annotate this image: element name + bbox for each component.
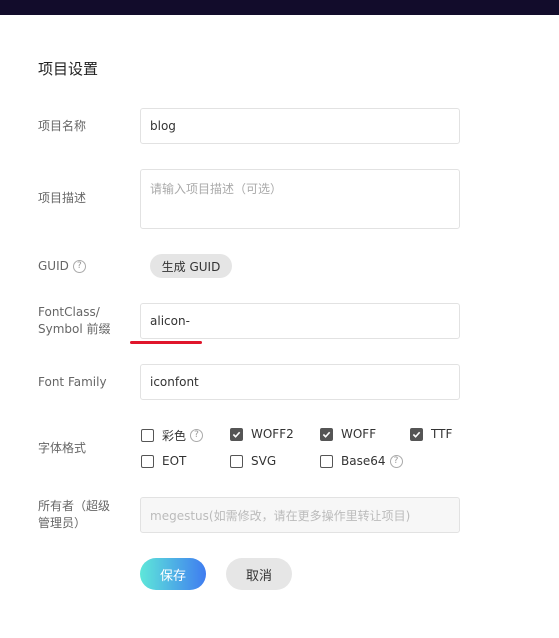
font-family-value: iconfont	[150, 375, 199, 389]
format-label-woff2: WOFF2	[251, 427, 294, 441]
project-name-value: blog	[150, 119, 176, 133]
owner-input: megestus(如需修改，请在更多操作里转让项目)	[140, 497, 460, 533]
base64-help-icon[interactable]: ?	[389, 454, 403, 468]
save-button[interactable]: 保存	[140, 558, 206, 590]
generate-guid-button[interactable]: 生成 GUID	[150, 254, 232, 278]
format-label-base64: Base64	[341, 454, 386, 468]
highlight-underline	[130, 341, 202, 344]
guid-label: GUID	[38, 259, 69, 273]
font-class-label-line2: Symbol 前缀	[38, 322, 111, 336]
font-class-label-line1: FontClass/	[38, 305, 100, 319]
format-checkbox-base64[interactable]: Base64 ?	[320, 454, 403, 468]
owner-value: megestus(如需修改，请在更多操作里转让项目)	[150, 508, 411, 523]
guid-label-row: GUID ?	[38, 258, 86, 275]
checkbox-box-base64[interactable]	[320, 454, 333, 468]
guid-help-icon[interactable]: ?	[72, 260, 86, 273]
font-class-input[interactable]: alicon-	[140, 303, 460, 339]
format-label-ttf: TTF	[431, 427, 453, 441]
project-desc-placeholder: 请输入项目描述（可选）	[150, 182, 283, 196]
format-checkbox-eot[interactable]: EOT	[141, 454, 186, 468]
owner-label-line1: 所有者（超级	[38, 499, 111, 513]
font-family-label: Font Family	[38, 375, 107, 389]
cancel-button[interactable]: 取消	[226, 558, 292, 590]
project-desc-label: 项目描述	[38, 191, 87, 205]
checkbox-box-color[interactable]	[141, 429, 154, 442]
format-checkbox-woff2[interactable]: WOFF2	[230, 427, 294, 441]
owner-label-line2: 管理员）	[38, 516, 87, 530]
page-title: 项目设置	[38, 60, 99, 78]
checkbox-box-eot[interactable]	[141, 454, 154, 468]
format-label-color: 彩色	[162, 429, 187, 443]
checkbox-box-ttf[interactable]	[410, 427, 423, 441]
checkbox-box-woff2[interactable]	[230, 427, 243, 441]
font-class-label: FontClass/ Symbol 前缀	[38, 304, 111, 338]
project-name-label: 项目名称	[38, 119, 87, 133]
format-label-svg: SVG	[251, 454, 277, 468]
top-bar	[0, 0, 559, 15]
project-desc-textarea[interactable]: 请输入项目描述（可选）	[140, 169, 460, 229]
checkbox-box-svg[interactable]	[230, 454, 243, 468]
project-name-input[interactable]: blog	[140, 108, 460, 144]
font-family-input[interactable]: iconfont	[140, 364, 460, 400]
format-checkbox-ttf[interactable]: TTF	[410, 427, 452, 441]
color-help-icon[interactable]: ?	[190, 429, 204, 442]
format-checkbox-woff[interactable]: WOFF	[320, 427, 376, 441]
format-checkbox-svg[interactable]: SVG	[230, 454, 276, 468]
font-class-value: alicon-	[150, 314, 190, 328]
format-checkbox-color[interactable]: 彩色 ?	[141, 427, 204, 444]
owner-label: 所有者（超级 管理员）	[38, 498, 110, 532]
checkbox-box-woff[interactable]	[320, 427, 333, 441]
format-label-woff: WOFF	[341, 427, 377, 441]
font-format-label: 字体格式	[38, 441, 87, 455]
format-label-eot: EOT	[162, 454, 187, 468]
